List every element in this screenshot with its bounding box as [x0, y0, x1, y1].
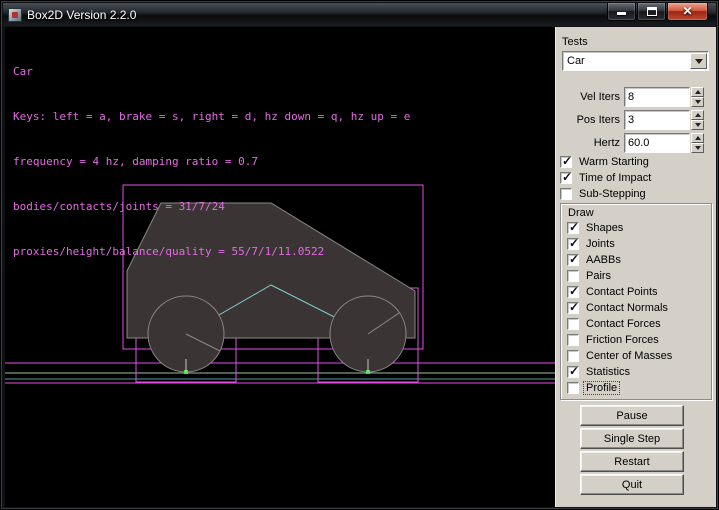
window-controls: ✕ [606, 3, 708, 21]
checkbox-aabbs[interactable]: AABBs [567, 253, 623, 267]
window-title: Box2D Version 2.2.0 [27, 8, 136, 22]
spinner-vel-iters: Vel Iters [580, 87, 704, 107]
hertz-input[interactable] [625, 137, 689, 149]
vel-iters-field[interactable] [624, 87, 690, 107]
app-window: Box2D Version 2.2.0 ✕ [0, 0, 719, 510]
close-button[interactable]: ✕ [667, 3, 708, 21]
title-bar[interactable]: Box2D Version 2.2.0 ✕ [3, 3, 716, 26]
checkbox-box [567, 222, 579, 234]
checkbox-box [567, 318, 579, 330]
stats-line-frequency: frequency = 4 hz, damping ratio = 0.7 [13, 154, 410, 169]
hertz-arrows [691, 133, 704, 153]
checkbox-center-of-masses[interactable]: Center of Masses [567, 349, 674, 363]
checkbox-friction-forces[interactable]: Friction Forces [567, 333, 661, 347]
pos-iters-input[interactable] [625, 114, 689, 126]
checkbox-statistics[interactable]: Statistics [567, 365, 632, 379]
checkbox-sub-stepping[interactable]: Sub-Stepping [560, 187, 648, 201]
checkbox-contact-normals[interactable]: Contact Normals [567, 301, 670, 315]
tests-label: Tests [562, 36, 588, 48]
vel-iters-down-button[interactable] [691, 97, 704, 107]
checkbox-contact-forces[interactable]: Contact Forces [567, 317, 663, 331]
spinner-down-icon [695, 100, 701, 104]
vel-iters-arrows [691, 87, 704, 107]
pos-iters-label: Pos Iters [577, 114, 620, 126]
checkbox-profile[interactable]: Profile [567, 381, 619, 395]
spinner-pos-iters: Pos Iters [577, 110, 704, 130]
physics-canvas[interactable]: Car Keys: left = a, brake = s, right = d… [5, 27, 555, 507]
checkbox-box [567, 254, 579, 266]
pos-iters-up-button[interactable] [691, 110, 704, 120]
spinner-up-icon [695, 136, 701, 140]
stats-line-title: Car [13, 64, 410, 79]
hertz-label: Hertz [594, 137, 620, 149]
spinner-up-icon [695, 113, 701, 117]
pos-iters-field[interactable] [624, 110, 690, 130]
checkbox-joints[interactable]: Joints [567, 237, 617, 251]
chevron-down-icon [695, 59, 703, 64]
checkbox-pairs[interactable]: Pairs [567, 269, 613, 283]
quit-button[interactable]: Quit [580, 474, 684, 495]
stats-line-proxies: proxies/height/balance/quality = 55/7/1/… [13, 244, 410, 259]
hertz-down-button[interactable] [691, 143, 704, 153]
tests-dropdown-value: Car [563, 55, 690, 67]
pause-button[interactable]: Pause [580, 405, 684, 426]
checkbox-box [567, 302, 579, 314]
spinner-hertz: Hertz [594, 133, 704, 153]
single-step-button[interactable]: Single Step [580, 428, 684, 449]
restart-button[interactable]: Restart [580, 451, 684, 472]
checkbox-box [567, 286, 579, 298]
checkbox-shapes[interactable]: Shapes [567, 221, 625, 235]
hertz-up-button[interactable] [691, 133, 704, 143]
minimize-icon [617, 12, 626, 15]
draw-group-title: Draw [568, 207, 594, 219]
draw-group: Draw Shapes Joints AABBs Pairs Contact P… [560, 203, 712, 400]
checkbox-box [567, 366, 579, 378]
checkbox-time-of-impact[interactable]: Time of Impact [560, 171, 653, 185]
minimize-button[interactable] [607, 3, 636, 21]
vel-iters-up-button[interactable] [691, 87, 704, 97]
stats-overlay: Car Keys: left = a, brake = s, right = d… [13, 34, 410, 289]
stats-line-keys: Keys: left = a, brake = s, right = d, hz… [13, 109, 410, 124]
checkbox-contact-points[interactable]: Contact Points [567, 285, 660, 299]
checkbox-box [567, 382, 579, 394]
vel-iters-input[interactable] [625, 91, 689, 103]
stats-line-bodies: bodies/contacts/joints = 31/7/24 [13, 199, 410, 214]
spinner-up-icon [695, 90, 701, 94]
checkbox-box [567, 350, 579, 362]
maximize-icon [647, 7, 657, 16]
checkbox-box [567, 238, 579, 250]
checkbox-box [560, 188, 572, 200]
control-panel: Tests Car Vel Iters Pos Iters [555, 27, 716, 507]
hertz-field[interactable] [624, 133, 690, 153]
close-icon: ✕ [682, 3, 692, 20]
tests-dropdown[interactable]: Car [562, 51, 709, 71]
vel-iters-label: Vel Iters [580, 91, 620, 103]
pos-iters-arrows [691, 110, 704, 130]
checkbox-warm-starting[interactable]: Warm Starting [560, 155, 651, 169]
checkbox-box [567, 270, 579, 282]
checkbox-box [560, 172, 572, 184]
app-icon[interactable] [8, 8, 22, 22]
spinner-down-icon [695, 123, 701, 127]
maximize-button[interactable] [637, 3, 666, 21]
checkbox-box [567, 334, 579, 346]
spinner-down-icon [695, 146, 701, 150]
checkbox-box [560, 156, 572, 168]
tests-dropdown-button[interactable] [690, 53, 707, 69]
pos-iters-down-button[interactable] [691, 120, 704, 130]
